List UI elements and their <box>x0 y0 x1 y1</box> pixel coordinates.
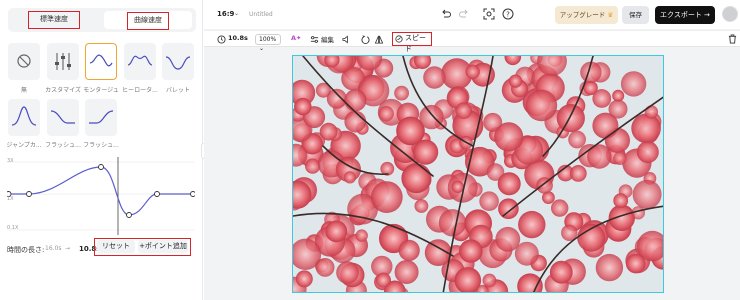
bullet-curve-icon <box>165 56 191 70</box>
volume-icon[interactable] <box>342 35 351 44</box>
flash-out-curve-icon <box>89 110 114 124</box>
curve-point[interactable] <box>26 191 32 197</box>
flash-in-curve-icon <box>50 110 75 124</box>
screenshot-icon[interactable] <box>483 8 495 20</box>
speed-gauge-icon <box>395 35 403 43</box>
add-point-button[interactable]: +ポイント追加 <box>138 240 188 253</box>
preset-label: フラッシュ... <box>83 142 119 149</box>
clock-icon <box>217 35 226 44</box>
preset-label: バレット <box>165 87 190 94</box>
tab-curve-speed-label: 曲線速度 <box>127 12 169 30</box>
speed-curve <box>8 166 195 216</box>
upgrade-label: アップグレード <box>559 11 606 19</box>
aspect-ratio-select[interactable]: 16:9 <box>217 10 234 18</box>
clip-duration[interactable]: 10.8s <box>228 34 248 42</box>
preset-hero-time[interactable] <box>124 43 156 80</box>
preset-none[interactable] <box>8 43 40 80</box>
speed-curve-editor[interactable] <box>7 157 195 235</box>
top-bar: 16:9 ⌄ Untitled ? アップグレード ♛ 保存 エクスポート → <box>204 0 740 29</box>
chevron-down-icon: ⌄ <box>234 10 240 17</box>
jump-cut-curve-icon <box>11 106 37 126</box>
save-button[interactable]: 保存 <box>622 6 649 24</box>
preset-label: ヒーロータ... <box>122 87 158 94</box>
zoom-select[interactable]: 100% ⌄ <box>255 34 281 52</box>
curve-point[interactable] <box>154 191 160 197</box>
arrow-icon: → <box>65 245 71 252</box>
graph-label-mid: 1X <box>7 196 14 202</box>
flip-icon[interactable] <box>374 35 384 44</box>
svg-text:?: ? <box>506 11 510 19</box>
trash-icon[interactable] <box>728 34 737 44</box>
graph-label-top: 3X <box>7 158 14 164</box>
speed-label: スピード <box>405 34 426 53</box>
zoom-value: 100% <box>259 36 277 43</box>
curve-actions: リセット +ポイント追加 <box>94 238 191 256</box>
clip-toolbar: 10.8s 100% ⌄ A✦ 編集 スピード <box>204 30 740 53</box>
preset-label: ジャンプカ... <box>6 142 42 149</box>
preset-flash-out[interactable] <box>85 99 117 136</box>
tab-standard-speed[interactable]: 標準速度 <box>28 11 80 29</box>
crown-icon: ♛ <box>607 11 614 19</box>
preset-montage[interactable] <box>85 43 117 80</box>
preset-label: 無 <box>20 87 27 94</box>
preset-label: モンタージュ <box>83 87 119 94</box>
preset-jump-cut[interactable] <box>8 99 40 136</box>
curve-point[interactable] <box>98 164 104 170</box>
undo-icon[interactable] <box>440 8 452 20</box>
export-button[interactable]: エクスポート → <box>655 6 715 24</box>
preset-bullet[interactable] <box>162 43 194 80</box>
reset-button[interactable]: リセット <box>97 240 135 253</box>
preset-label: フラッシュ... <box>45 142 81 149</box>
customize-icon <box>55 53 71 70</box>
editor-area: 16:9 ⌄ Untitled ? アップグレード ♛ 保存 エクスポート → … <box>204 0 740 300</box>
preset-flash-in[interactable] <box>47 99 79 136</box>
curve-point[interactable] <box>126 212 132 218</box>
ai-magic-icon[interactable]: A✦ <box>291 34 301 42</box>
montage-curve-icon <box>89 54 113 67</box>
preset-label: カスタマイズ <box>45 87 81 94</box>
project-title[interactable]: Untitled <box>249 11 273 18</box>
tab-curve-speed[interactable]: 曲線速度 <box>104 11 192 30</box>
none-icon <box>17 54 31 68</box>
video-canvas[interactable] <box>292 55 664 293</box>
help-icon[interactable]: ? <box>502 8 514 20</box>
speed-tabs: 標準速度 曲線速度 <box>8 8 196 32</box>
sliders-icon <box>310 36 319 43</box>
curve-point[interactable] <box>190 191 196 197</box>
graph-label-bottom: 0.1X <box>7 225 19 231</box>
cherry-blossom-image <box>293 56 663 292</box>
upgrade-button[interactable]: アップグレード ♛ <box>555 6 618 24</box>
edit-button[interactable]: 編集 <box>321 34 334 44</box>
original-duration: 16.0s <box>45 245 62 252</box>
avatar[interactable] <box>722 6 738 22</box>
duration-label: 時間の長さ: <box>7 246 45 254</box>
redo-icon[interactable] <box>458 8 470 20</box>
speed-panel: 標準速度 曲線速度 無 カスタマイズ モンタージュ ヒーロータ... バレット … <box>0 0 203 300</box>
rotate-icon[interactable] <box>361 35 370 44</box>
hero-time-curve-icon <box>127 55 153 66</box>
preset-customize[interactable] <box>47 43 79 80</box>
speed-button[interactable]: スピード <box>392 32 432 53</box>
